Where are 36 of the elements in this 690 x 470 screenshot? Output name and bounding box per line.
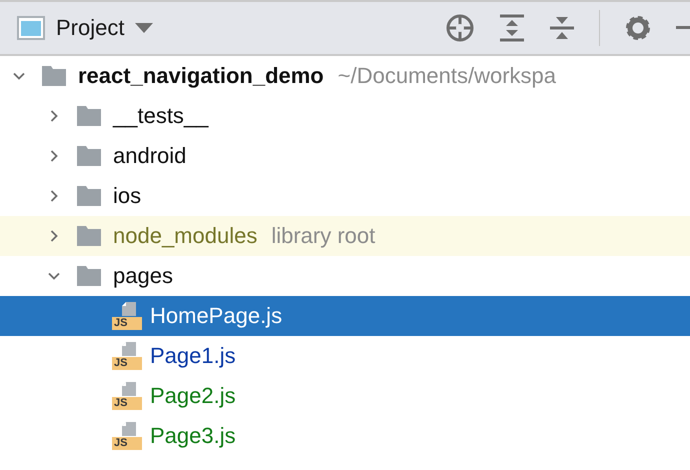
view-title: Project [56, 15, 124, 41]
tree-row[interactable]: JS Page3.js [0, 416, 690, 456]
tree-row[interactable]: pages [0, 256, 690, 296]
tree-row[interactable]: node_modules library root [0, 216, 690, 256]
file-name: ios [113, 183, 142, 209]
expand-all-icon[interactable] [499, 14, 525, 42]
window-icon [17, 16, 45, 40]
tree-row[interactable]: JS HomePage.js [0, 296, 690, 336]
file-name: react_navigation_demo [78, 63, 324, 89]
file-name: Page2.js [150, 383, 236, 409]
file-name: android [113, 143, 186, 169]
folder-icon [77, 226, 101, 246]
tree-row[interactable]: android [0, 136, 690, 176]
settings-icon[interactable] [624, 14, 652, 42]
caret-icon [135, 23, 154, 33]
tree-row[interactable]: JS Page1.js [0, 336, 690, 376]
crosshair-icon[interactable] [445, 13, 475, 43]
project-view-dropdown[interactable]: Project [17, 15, 154, 41]
file-name: Page3.js [150, 423, 236, 449]
folder-icon [77, 266, 101, 286]
project-path: ~/Documents/workspa [338, 63, 556, 89]
tree-row[interactable]: __tests__ [0, 96, 690, 136]
tree-row[interactable]: ios [0, 176, 690, 216]
folder-icon [77, 186, 101, 206]
folder-icon [42, 66, 66, 86]
collapse-all-icon[interactable] [549, 14, 575, 42]
folder-icon [77, 106, 101, 126]
file-name: HomePage.js [150, 303, 282, 329]
file-name: node_modules [113, 223, 258, 249]
folder-icon [77, 146, 101, 166]
tree-row[interactable]: react_navigation_demo ~/Documents/workspa [0, 56, 690, 96]
file-name: __tests__ [113, 103, 208, 129]
tree-row[interactable]: JS Page2.js [0, 376, 690, 416]
file-name: pages [113, 263, 173, 289]
file-name: Page1.js [150, 343, 236, 369]
library-note: library root [271, 223, 376, 249]
